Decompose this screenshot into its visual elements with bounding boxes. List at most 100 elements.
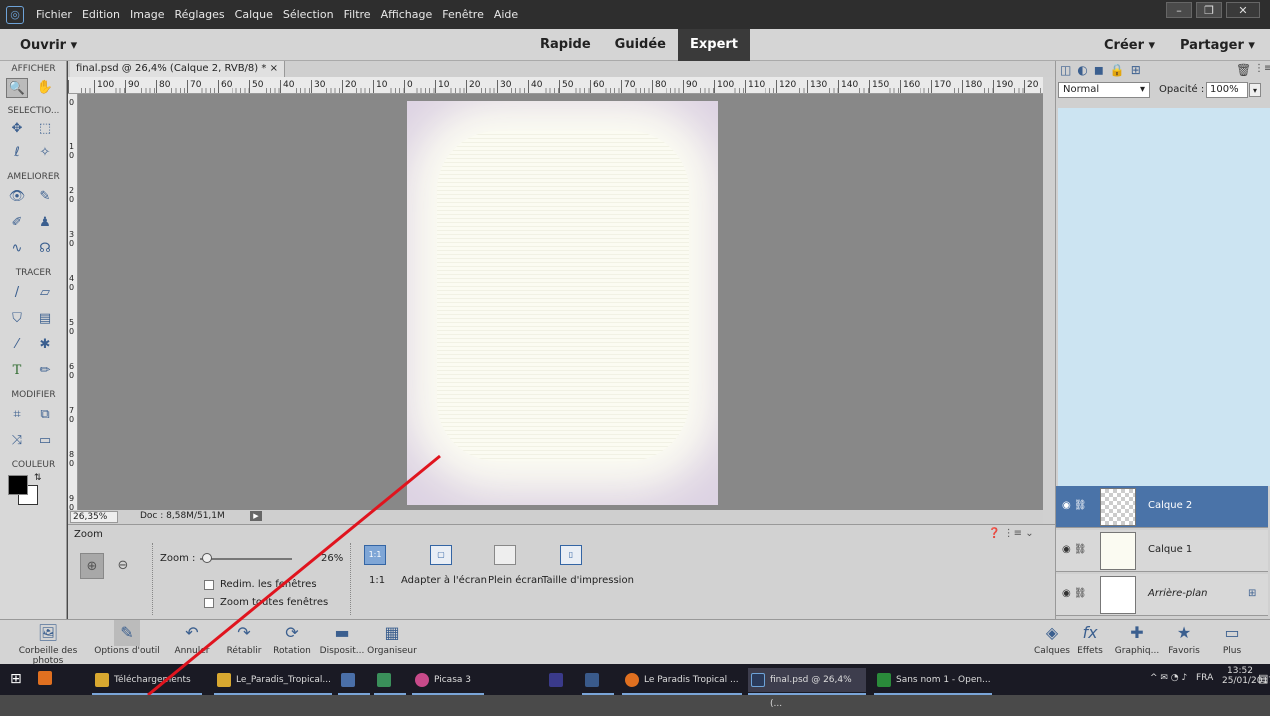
red-eye-icon[interactable]: 👁 [6, 187, 28, 207]
lock-icon[interactable]: 🔒 [1110, 63, 1125, 77]
tray-icons[interactable]: ^ ✉ ◔ ♪ [1150, 673, 1187, 683]
taskbar-item[interactable] [338, 668, 370, 695]
opacity-input[interactable]: 100% ▾ [1206, 82, 1261, 98]
menu-fenetre[interactable]: Fenêtre [442, 8, 484, 21]
zoom-in-icon[interactable]: ⊕ [80, 553, 104, 579]
visibility-icon[interactable]: ◉ ⛓ [1062, 500, 1087, 511]
view-1-1-button[interactable]: 1:1 [364, 545, 386, 565]
app-logo-icon[interactable]: ◎ [6, 6, 24, 24]
document-page[interactable] [407, 101, 718, 505]
visibility-icon[interactable]: ◉ ⛓ [1062, 588, 1087, 599]
zoom-tool-icon[interactable]: 🔍 [6, 78, 28, 98]
redo-button[interactable]: ↷ Rétablir [222, 620, 266, 656]
fit-screen-button[interactable]: ▢ [430, 545, 452, 565]
layer-name[interactable]: Arrière-plan [1148, 588, 1207, 599]
menu-aide[interactable]: Aide [494, 8, 518, 21]
maximize-button[interactable]: ❐ [1196, 2, 1222, 18]
menu-reglages[interactable]: Réglages [174, 8, 224, 21]
lasso-tool-icon[interactable]: ℓ [6, 143, 28, 163]
options-menu-icon[interactable]: ❓ ⋮≡ ⌄ [988, 528, 1034, 539]
menu-selection[interactable]: Sélection [283, 8, 334, 21]
layer-name[interactable]: Calque 2 [1148, 500, 1192, 511]
crop-tool-icon[interactable]: ⌗ [6, 405, 28, 425]
create-button[interactable]: Créer ▾ [1104, 38, 1155, 53]
eyedropper-icon[interactable]: ⁄ [6, 335, 28, 355]
lock-all-icon[interactable]: ⊞ [1131, 63, 1141, 77]
taskbar-item[interactable] [582, 668, 614, 695]
hand-tool-icon[interactable]: ✋ [34, 78, 56, 98]
trash-icon[interactable]: 🗑 [1236, 63, 1251, 77]
straighten-tool-icon[interactable]: ▭ [34, 431, 56, 451]
move-tool-icon[interactable]: ✥ [6, 119, 28, 139]
zoom-out-icon[interactable]: ⊖ [112, 553, 134, 579]
eraser-tool-icon[interactable]: ▱ [34, 283, 56, 303]
minimize-button[interactable]: – [1166, 2, 1192, 18]
document-tab[interactable]: final.psd @ 26,4% (Calque 2, RVB/8) * × [70, 61, 285, 77]
rotate-button[interactable]: ⟳ Rotation [268, 620, 316, 656]
menu-fichier[interactable]: Fichier [36, 8, 72, 21]
graphics-button[interactable]: ✚ Graphiq... [1112, 620, 1162, 656]
text-tool-icon[interactable]: T [6, 361, 28, 381]
menu-affichage[interactable]: Affichage [381, 8, 433, 21]
pencil-tool-icon[interactable]: ✏ [34, 361, 56, 381]
taskbar-item[interactable]: Le_Paradis_Tropical... [214, 668, 332, 695]
layer-row[interactable]: ◉ ⛓ Calque 2 [1056, 486, 1268, 528]
paint-bucket-icon[interactable]: ⛉ [6, 309, 28, 329]
vertical-scrollbar[interactable] [1043, 77, 1055, 524]
sponge-tool-icon[interactable]: ☊ [34, 239, 56, 259]
stamp-tool-icon[interactable]: ♟ [34, 213, 56, 233]
layer-name[interactable]: Calque 1 [1148, 544, 1192, 555]
full-screen-button[interactable] [494, 545, 516, 565]
layers-button[interactable]: ◈ Calques [1032, 620, 1072, 656]
windows-start-icon[interactable]: ⊞ [10, 671, 22, 687]
tab-guidee[interactable]: Guidée [603, 29, 678, 61]
zoom-value[interactable]: 26% [321, 553, 343, 564]
zoom-slider-knob[interactable] [202, 553, 212, 563]
favorites-button[interactable]: ★ Favoris [1164, 620, 1204, 656]
clock[interactable]: 13:52 25/01/2017 [1222, 666, 1270, 686]
layer-row[interactable]: ◉ ⛓ Calque 1 [1056, 530, 1268, 572]
effects-button[interactable]: fx Effets [1072, 620, 1108, 656]
close-button[interactable]: ✕ [1226, 2, 1260, 18]
language-indicator[interactable]: FRA [1196, 673, 1213, 683]
visibility-icon[interactable]: ◉ ⛓ [1062, 544, 1087, 555]
taskbar-item[interactable] [374, 668, 406, 695]
swap-colors-icon[interactable]: ⇅ [34, 473, 42, 483]
new-layer-icon[interactable]: ◫ [1060, 63, 1071, 77]
resize-windows-checkbox[interactable] [204, 580, 214, 590]
taskbar-item[interactable]: final.psd @ 26,4% (... [748, 668, 866, 709]
taskbar-item[interactable]: Le Paradis Tropical ... [622, 668, 742, 695]
mask-icon[interactable]: ◼ [1094, 63, 1104, 77]
blend-mode-select[interactable]: Normal ▾ [1058, 82, 1150, 98]
photo-bin-button[interactable]: 🖼 Corbeille des photos [4, 620, 92, 666]
foreground-color-swatch[interactable] [8, 475, 28, 495]
zoom-slider[interactable] [200, 558, 292, 560]
taskbar-item[interactable]: Téléchargements [92, 668, 202, 695]
menu-calque[interactable]: Calque [235, 8, 273, 21]
magic-wand-icon[interactable]: ✧ [34, 143, 56, 163]
recompose-tool-icon[interactable]: ⧉ [34, 405, 56, 425]
organizer-button[interactable]: ▦ Organiseur [364, 620, 420, 656]
smart-brush-icon[interactable]: ✐ [6, 213, 28, 233]
tab-rapide[interactable]: Rapide [528, 29, 603, 61]
lock-layer-icon[interactable]: ⊞ [1248, 588, 1256, 599]
marquee-tool-icon[interactable]: ⬚ [34, 119, 56, 139]
shape-tool-icon[interactable]: ✱ [34, 335, 56, 355]
taskbar-item[interactable] [546, 668, 578, 692]
menu-image[interactable]: Image [130, 8, 164, 21]
healing-brush-icon[interactable]: ✎ [34, 187, 56, 207]
taskbar-item[interactable]: Sans nom 1 - Open... [874, 668, 992, 695]
more-button[interactable]: ▭ Plus [1214, 620, 1250, 656]
brush-tool-icon[interactable]: / [6, 283, 28, 303]
close-tab-icon[interactable]: × [270, 63, 278, 74]
taskbar-item[interactable]: Picasa 3 [412, 668, 484, 695]
tab-expert[interactable]: Expert [678, 29, 751, 61]
tool-options-button[interactable]: ✎ Options d'outil [92, 620, 162, 656]
adjustment-layer-icon[interactable]: ◐ [1077, 63, 1087, 77]
content-move-icon[interactable]: ⤨ [6, 431, 28, 451]
gradient-tool-icon[interactable]: ▤ [34, 309, 56, 329]
print-size-button[interactable]: ▯ [560, 545, 582, 565]
zoom-all-windows-checkbox[interactable] [204, 598, 214, 608]
layout-button[interactable]: ▬ Disposit... [316, 620, 368, 656]
status-menu-icon[interactable]: ▶ [250, 511, 262, 521]
